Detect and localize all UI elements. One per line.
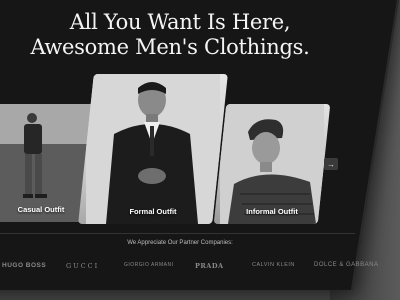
category-card-informal[interactable]: Informal Outfit <box>213 104 331 224</box>
partner-logo-prada[interactable]: PRADA <box>195 262 224 270</box>
category-label-informal: Informal Outfit <box>246 207 298 216</box>
partners-title: We Appreciate Our Partner Companies: <box>127 240 233 246</box>
partner-logo-armani[interactable]: GIORGIO ARMANI <box>124 262 174 268</box>
carousel-next-button[interactable]: → <box>324 158 338 170</box>
page-title: All You Want Is Here, Awesome Men's Clot… <box>0 10 340 60</box>
informal-photo <box>220 104 324 224</box>
arrow-right-icon: → <box>327 159 335 169</box>
partner-logo-dolce-gabbana[interactable]: DOLCE & GABBANA <box>314 262 379 268</box>
partner-logo-hugo-boss[interactable]: HUGO BOSS <box>2 262 46 269</box>
divider <box>0 233 355 234</box>
partner-logo-calvin-klein[interactable]: CALVIN KLEIN <box>252 262 295 268</box>
formal-photo <box>86 74 220 224</box>
partner-logo-gucci[interactable]: GUCCI <box>66 262 99 270</box>
headline-line-2: Awesome Men's Clothings. <box>30 35 310 59</box>
page-content: All You Want Is Here, Awesome Men's Clot… <box>0 0 400 300</box>
category-label-formal: Formal Outfit <box>129 207 177 216</box>
partner-logos: HUGO BOSS GUCCI GIORGIO ARMANI PRADA CAL… <box>0 262 400 274</box>
headline-line-1: All You Want Is Here, <box>69 10 291 34</box>
category-card-formal[interactable]: Formal Outfit <box>78 74 228 224</box>
